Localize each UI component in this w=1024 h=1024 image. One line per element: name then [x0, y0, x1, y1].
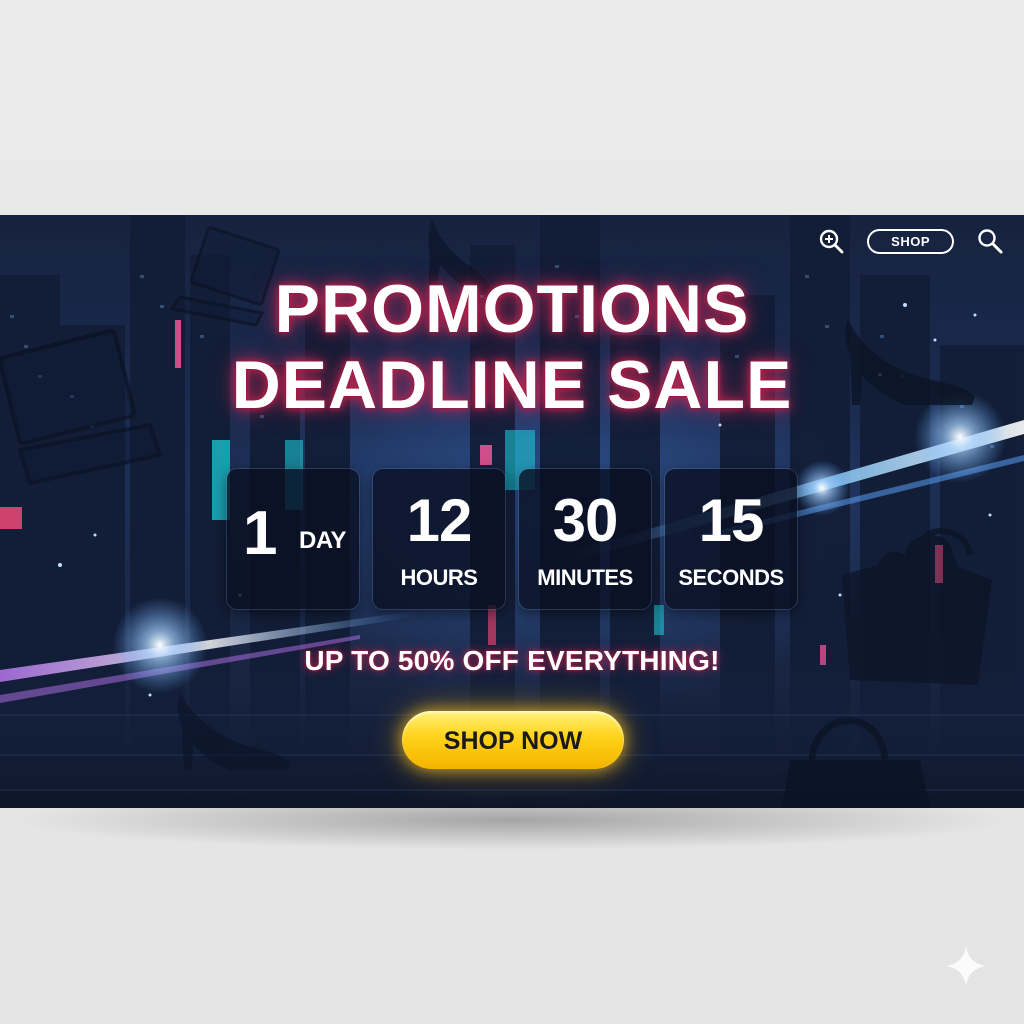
countdown-days: 1 DAY: [227, 469, 359, 609]
sale-headline: PROMOTIONS DEADLINE SALE: [0, 275, 1024, 419]
headline-line-2: DEADLINE SALE: [231, 347, 793, 423]
headline-line-1: PROMOTIONS: [274, 271, 750, 347]
countdown-days-value: 1: [243, 499, 277, 568]
shop-nav-link[interactable]: SHOP: [867, 228, 954, 254]
top-navigation: SHOP: [817, 227, 1004, 255]
countdown-hours-value: 12: [406, 487, 473, 554]
zoom-in-icon[interactable]: [817, 227, 845, 255]
countdown-minutes-label: MINUTES: [537, 565, 633, 590]
countdown-seconds-value: 15: [698, 487, 765, 554]
countdown-hours: 12 HOURS: [373, 469, 505, 609]
countdown-days-label: DAY: [299, 527, 346, 554]
countdown-hours-label: HOURS: [400, 565, 478, 590]
search-icon[interactable]: [976, 227, 1004, 255]
countdown-minutes: 30 MINUTES: [519, 469, 651, 609]
countdown-minutes-value: 30: [552, 487, 619, 554]
countdown-seconds: 15 SECONDS: [665, 469, 797, 609]
discount-offer-text: UP TO 50% OFF EVERYTHING!: [304, 645, 720, 676]
sparkle-icon: [946, 946, 986, 986]
countdown-seconds-label: SECONDS: [678, 565, 784, 590]
countdown-timer: 1 DAY 12 HOURS 30 MINUTES 15 SECONDS: [227, 469, 797, 609]
shop-now-button[interactable]: SHOP NOW: [402, 711, 624, 769]
light-flare-mid: [794, 460, 850, 516]
promo-banner: SHOP PROMOTIONS DEADLINE SALE 1 DAY 12 H…: [0, 215, 1024, 808]
